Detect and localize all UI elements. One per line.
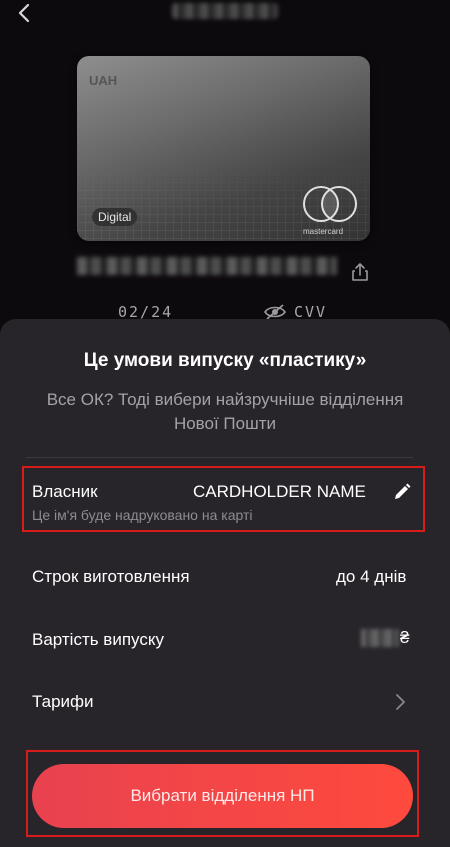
currency-symbol: ₴ [400,628,410,647]
share-icon[interactable] [351,262,369,282]
owner-name-value: CARDHOLDER NAME [193,482,366,501]
divider [26,457,413,458]
production-time-value: до 4 днів [336,567,407,586]
card-number-redacted [77,257,337,275]
sheet-title: Це умови випуску «пластику» [83,350,367,371]
card-currency: UAH [89,73,118,88]
production-time-label: Строк виготовлення [32,567,190,586]
issue-cost-label: Вартість випуску [32,630,164,649]
card-network-text: mastercard [303,227,344,236]
issue-cost-redacted [361,629,399,647]
select-np-branch-button[interactable]: Вибрати відділення НП [32,764,413,828]
top-bar [0,0,450,30]
page-title-redacted [172,3,278,19]
sheet-subtitle: Все ОК? Тоді вибери найзручніше відділен… [46,390,404,433]
chevron-left-icon[interactable] [14,2,36,24]
owner-hint: Це ім'я буде надруковано на карті [32,507,253,523]
chevron-right-icon[interactable] [395,693,407,711]
mastercard-logo-icon [303,186,357,222]
eye-off-icon[interactable] [264,304,286,320]
bank-card[interactable]: UAH Digital mastercard [77,56,370,241]
tariffs-label[interactable]: Тарифи [32,692,94,712]
pencil-icon[interactable] [392,482,412,502]
card-type-badge: Digital [92,208,138,226]
owner-label: Власник [32,482,98,501]
